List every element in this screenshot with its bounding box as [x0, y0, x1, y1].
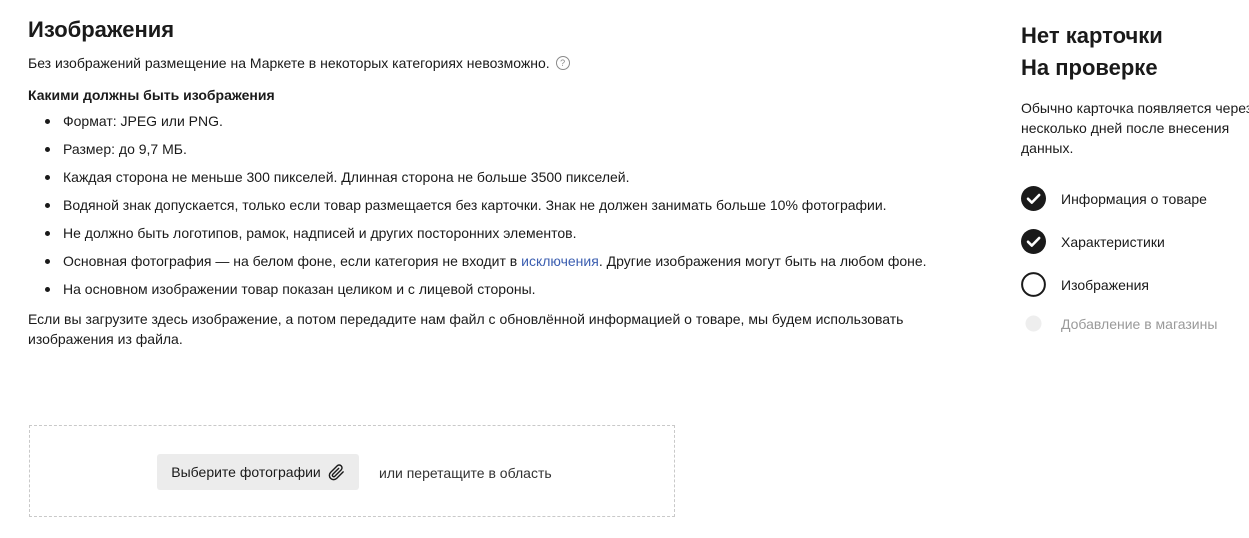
bullet-icon	[45, 259, 50, 264]
drag-hint-text: или перетащите в область	[379, 465, 552, 481]
status-description: Обычно карточка появляется через несколь…	[1021, 100, 1249, 156]
images-section: Изображения Без изображений размещение н…	[28, 16, 958, 349]
step-product-info: Информация о товаре	[1021, 186, 1249, 211]
status-title-card: Нет карточки	[1021, 23, 1163, 48]
step-label: Информация о товаре	[1061, 190, 1207, 207]
list-item: Водяной знак допускается, только если то…	[28, 195, 958, 223]
step-label: Характеристики	[1061, 233, 1165, 250]
list-item: Не должно быть логотипов, рамок, надписе…	[28, 223, 958, 251]
intro-text: Без изображений размещение на Маркете в …	[28, 55, 550, 71]
intro-text-row: Без изображений размещение на Маркете в …	[28, 53, 958, 73]
bullet-icon	[45, 287, 50, 292]
bullet-icon	[45, 203, 50, 208]
question-circle-icon[interactable]: ?	[555, 56, 570, 70]
list-item: Формат: JPEG или PNG.	[28, 111, 958, 139]
bullet-icon	[45, 119, 50, 124]
section-title: Изображения	[28, 17, 175, 42]
step-images: Изображения	[1021, 272, 1249, 297]
paperclip-icon	[328, 463, 345, 481]
bullet-icon	[45, 175, 50, 180]
list-item: Каждая сторона не меньше 300 пикселей. Д…	[28, 167, 958, 195]
status-title-review: На проверке	[1021, 55, 1158, 80]
step-label: Изображения	[1061, 276, 1149, 293]
check-circle-icon	[1021, 186, 1046, 211]
bullet-icon	[45, 231, 50, 236]
step-add-to-stores: Добавление в магазины	[1021, 311, 1249, 336]
bullet-icon	[45, 147, 50, 152]
choose-photos-button[interactable]: Выберите фотографии	[157, 454, 359, 490]
step-characteristics: Характеристики	[1021, 229, 1249, 254]
check-circle-icon	[1021, 229, 1046, 254]
footnote-text: Если вы загрузите здесь изображение, а п…	[28, 311, 904, 347]
requirements-heading: Какими должны быть изображения	[28, 87, 275, 103]
list-item: На основном изображении товар показан це…	[28, 279, 958, 307]
requirements-list: Формат: JPEG или PNG. Размер: до 9,7 МБ.…	[28, 111, 958, 307]
status-panel: Нет карточки На проверке Обычно карточка…	[1021, 20, 1249, 354]
empty-circle-icon	[1021, 272, 1046, 297]
choose-photos-label: Выберите фотографии	[171, 464, 321, 480]
list-item: Размер: до 9,7 МБ.	[28, 139, 958, 167]
disabled-dot-icon	[1021, 311, 1046, 336]
upload-dropzone[interactable]: Выберите фотографии или перетащите в обл…	[29, 425, 675, 517]
progress-steps: Информация о товаре Характеристики Изобр…	[1021, 186, 1249, 336]
step-label: Добавление в магазины	[1061, 315, 1218, 332]
exceptions-link[interactable]: исключения	[521, 253, 599, 269]
list-item: Основная фотография — на белом фоне, есл…	[28, 251, 958, 279]
